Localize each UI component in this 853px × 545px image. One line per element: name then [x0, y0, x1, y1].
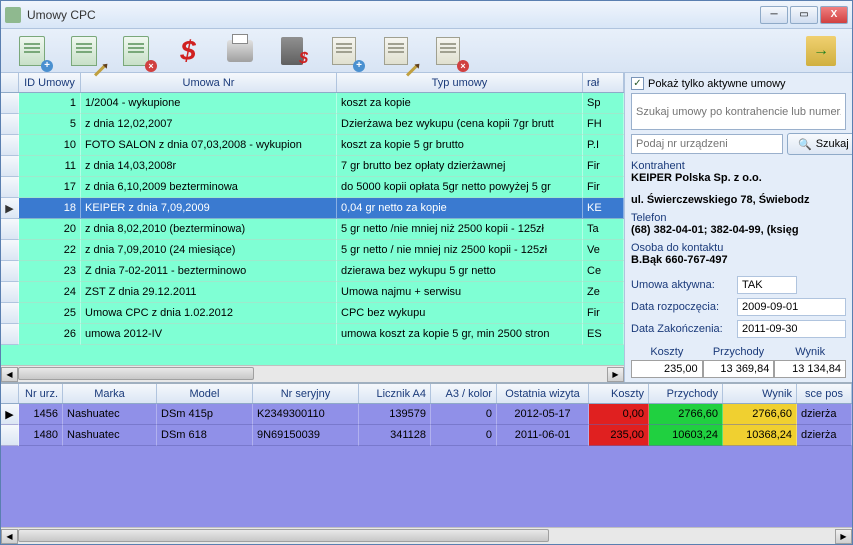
print-button[interactable] [221, 32, 259, 70]
telefon-label: Telefon [631, 212, 846, 224]
start-value: 2009-09-01 [737, 298, 846, 316]
col-id[interactable]: ID Umowy [19, 73, 81, 92]
col-nr-urz[interactable]: Nr urz. [19, 384, 63, 403]
row-selector[interactable] [1, 135, 19, 156]
row-selector[interactable]: ▶ [1, 198, 19, 219]
row-selector[interactable] [1, 303, 19, 324]
doc-delete-button[interactable]: × [429, 32, 467, 70]
table-row[interactable]: ▶1456NashuatecDSm 415pK23493001101395790… [1, 404, 852, 425]
col-wynik[interactable]: Wynik [723, 384, 797, 403]
col-koszty[interactable]: Koszty [589, 384, 649, 403]
table-row[interactable]: 11z dnia 14,03,2008r7 gr brutto bez opła… [1, 156, 624, 177]
table-row[interactable]: 1480NashuatecDSm 6189N691500393411280201… [1, 425, 852, 446]
row-selector[interactable] [1, 282, 19, 303]
col-marka[interactable]: Marka [63, 384, 157, 403]
titlebar: Umowy CPC ─ ▭ X [1, 1, 852, 29]
device-number-input[interactable] [631, 134, 783, 154]
col-licznik[interactable]: Licznik A4 [359, 384, 431, 403]
table-row[interactable]: 20z dnia 8,02,2010 (bezterminowa)5 gr ne… [1, 219, 624, 240]
telefon-value: (68) 382-04-01; 382-04-99, (księg [631, 224, 846, 236]
doc-edit-button[interactable] [377, 32, 415, 70]
grid-header: ID Umowy Umowa Nr Typ umowy rał [1, 73, 624, 93]
search-button[interactable]: 🔍 Szukaj [787, 133, 852, 155]
grid-hscroll[interactable]: ◀ ▶ [1, 365, 624, 382]
table-row[interactable]: 23Z dnia 7-02-2011 - bezterminowodzieraw… [1, 261, 624, 282]
end-value: 2011-09-30 [737, 320, 846, 338]
contracts-grid[interactable]: ID Umowy Umowa Nr Typ umowy rał 11/2004 … [1, 73, 624, 382]
row-selector[interactable] [1, 219, 19, 240]
table-row[interactable]: 24ZST Z dnia 29.12.2011Umowa najmu + ser… [1, 282, 624, 303]
col-kontrahent[interactable]: rał [583, 73, 624, 92]
cost-button[interactable]: $ [169, 32, 207, 70]
scroll-left-icon[interactable]: ◀ [1, 529, 18, 544]
col-typ[interactable]: Typ umowy [337, 73, 583, 92]
start-label: Data rozpoczęcia: [631, 301, 731, 313]
devices-grid[interactable]: Nr urz. Marka Model Nr seryjny Licznik A… [1, 384, 852, 544]
toolbar: + × $ + × [1, 29, 852, 73]
end-label: Data Zakończenia: [631, 323, 731, 335]
maximize-button[interactable]: ▭ [790, 6, 818, 24]
scroll-right-icon[interactable]: ▶ [607, 367, 624, 382]
col-kolor[interactable]: A3 / kolor [431, 384, 497, 403]
col-seryjny[interactable]: Nr seryjny [253, 384, 359, 403]
table-row[interactable]: 25Umowa CPC z dnia 1.02.2012CPC bez wyku… [1, 303, 624, 324]
col-sce[interactable]: sce pos [797, 384, 852, 403]
total-wynik: 13 134,84 [774, 360, 846, 378]
osoba-label: Osoba do kontaktu [631, 242, 846, 254]
exit-button[interactable] [802, 32, 840, 70]
col-wizyta[interactable]: Ostatnia wizyta [497, 384, 589, 403]
calc-cost-button[interactable] [273, 32, 311, 70]
new-contract-button[interactable]: + [13, 32, 51, 70]
minimize-button[interactable]: ─ [760, 6, 788, 24]
col-model[interactable]: Model [157, 384, 253, 403]
col-przychody[interactable]: Przychody [649, 384, 723, 403]
row-selector[interactable] [1, 425, 19, 446]
delete-contract-button[interactable]: × [117, 32, 155, 70]
total-koszty: 235,00 [631, 360, 703, 378]
doc-add-button[interactable]: + [325, 32, 363, 70]
osoba-value: B.Bąk 660-767-497 [631, 254, 846, 266]
aktywna-label: Umowa aktywna: [631, 279, 731, 291]
active-only-checkbox[interactable]: ✓ [631, 77, 644, 90]
kontrahent-label: Kontrahent [631, 160, 846, 172]
table-row[interactable]: 22z dnia 7,09,2010 (24 miesiące)5 gr net… [1, 240, 624, 261]
scroll-left-icon[interactable]: ◀ [1, 367, 18, 382]
row-selector[interactable] [1, 156, 19, 177]
table-row[interactable]: ▶18KEIPER z dnia 7,09,20090,04 gr netto … [1, 198, 624, 219]
edit-contract-button[interactable] [65, 32, 103, 70]
devices-header: Nr urz. Marka Model Nr seryjny Licznik A… [1, 384, 852, 404]
window-title: Umowy CPC [27, 8, 760, 22]
app-window: Umowy CPC ─ ▭ X + × $ + × ID Umowy Umowa… [0, 0, 853, 545]
table-row[interactable]: 17z dnia 6,10,2009 bezterminowado 5000 k… [1, 177, 624, 198]
row-selector[interactable]: ▶ [1, 404, 19, 425]
row-selector[interactable] [1, 93, 19, 114]
details-panel: ✓ Pokaż tylko aktywne umowy 🔍 Szukaj Kon… [624, 73, 852, 382]
col-nr[interactable]: Umowa Nr [81, 73, 337, 92]
active-only-label: Pokaż tylko aktywne umowy [648, 78, 786, 90]
kontrahent-value: KEIPER Polska Sp. z o.o. [631, 172, 846, 184]
table-row[interactable]: 11/2004 - wykupionekoszt za kopieSp [1, 93, 624, 114]
close-button[interactable]: X [820, 6, 848, 24]
table-row[interactable]: 5z dnia 12,02,2007Dzierżawa bez wykupu (… [1, 114, 624, 135]
row-selector[interactable] [1, 114, 19, 135]
aktywna-value: TAK [737, 276, 797, 294]
row-selector[interactable] [1, 261, 19, 282]
scroll-right-icon[interactable]: ▶ [835, 529, 852, 544]
table-row[interactable]: 10FOTO SALON z dnia 07,03,2008 - wykupio… [1, 135, 624, 156]
binoculars-icon: 🔍 [798, 138, 812, 151]
devices-hscroll[interactable]: ◀ ▶ [1, 527, 852, 544]
row-selector[interactable] [1, 240, 19, 261]
total-przychody: 13 369,84 [703, 360, 775, 378]
row-selector[interactable] [1, 177, 19, 198]
search-contract-input[interactable] [631, 93, 846, 130]
address-value: ul. Świerczewskiego 78, Świebodz [631, 194, 846, 206]
app-icon [5, 7, 21, 23]
totals-row: Koszty235,00 Przychody13 369,84 Wynik13 … [631, 344, 846, 378]
table-row[interactable]: 26umowa 2012-IVumowa koszt za kopie 5 gr… [1, 324, 624, 345]
row-selector[interactable] [1, 324, 19, 345]
